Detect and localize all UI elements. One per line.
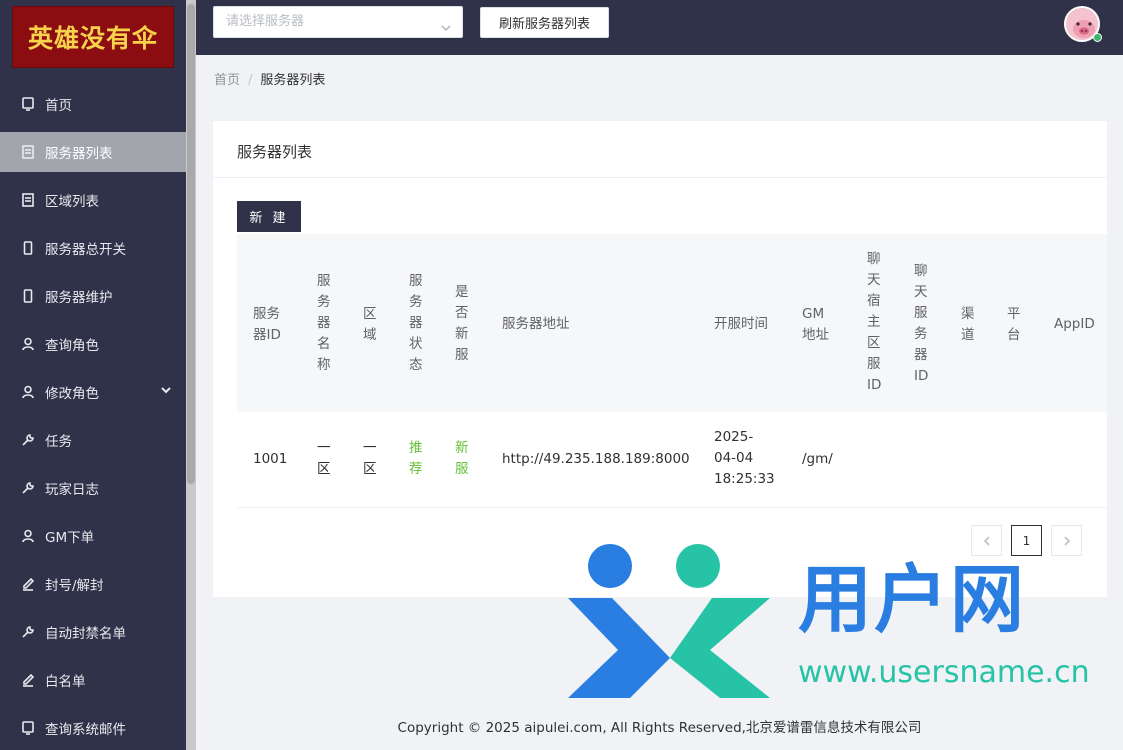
top-header: 请选择服务器 刷新服务器列表 — [196, 0, 1123, 55]
sidebar-item-home[interactable]: 首页 — [0, 84, 186, 124]
cell-open-time: 2025-04-04 18:25:33 — [714, 429, 775, 487]
sidebar-item-ban-unban[interactable]: 封号/解封 — [0, 564, 186, 604]
pagination-prev-button[interactable] — [971, 525, 1002, 556]
sidebar-item-label: 首页 — [45, 98, 72, 114]
scrollbar-thumb[interactable] — [187, 4, 195, 484]
wrench-icon — [20, 624, 36, 640]
pagination-page-button[interactable]: 1 — [1011, 525, 1042, 556]
phone-icon — [20, 240, 36, 256]
cell-server-id: 1001 — [253, 451, 288, 467]
chevron-down-icon[interactable] — [160, 384, 172, 400]
edit-icon — [20, 672, 36, 688]
column-header-is-new[interactable]: 是否新服 — [455, 282, 471, 366]
monitor-icon — [20, 96, 36, 112]
cell-region: 一区 — [363, 440, 377, 477]
user-icon — [20, 336, 36, 352]
sidebar: 英雄没有伞 首页 服务器列表 区域列表 服务器总开关 服务器维护 查询角色 修改… — [0, 0, 196, 750]
sidebar-item-task[interactable]: 任务 — [0, 420, 186, 460]
cell-server-name: 一区 — [317, 440, 331, 477]
sidebar-item-label: 玩家日志 — [45, 482, 99, 498]
table-row[interactable]: 1001 一区 一区 推荐 新服 http://49.235.188.189:8… — [237, 412, 1107, 508]
sidebar-item-label: 查询角色 — [45, 338, 99, 354]
sidebar-item-label: 自动封禁名单 — [45, 626, 126, 642]
cell-server-status: 推荐 — [409, 440, 423, 477]
footer-copyright: Copyright © 2025 aipulei.com, All Rights… — [397, 720, 922, 736]
divider — [213, 177, 1107, 178]
column-header-server-address[interactable]: 服务器地址 — [502, 314, 570, 335]
list-icon — [20, 144, 36, 160]
column-header-chat-host-id[interactable]: 聊天宿主区服ID — [867, 249, 883, 396]
card-title: 服务器列表 — [237, 143, 313, 161]
monitor-icon — [20, 720, 36, 736]
logo-text: 英雄没有伞 — [27, 24, 158, 53]
refresh-server-list-button[interactable]: 刷新服务器列表 — [480, 7, 609, 38]
column-header-chat-server-id[interactable]: 聊天服务器ID — [914, 261, 930, 387]
user-icon — [20, 528, 36, 544]
breadcrumb: 首页 / 服务器列表 — [214, 69, 325, 88]
column-header-open-time[interactable]: 开服时间 — [714, 314, 768, 335]
sidebar-item-label: GM下单 — [45, 530, 95, 546]
chevron-left-icon — [983, 535, 990, 546]
server-select-placeholder: 请选择服务器 — [226, 14, 305, 29]
sidebar-item-label: 修改角色 — [45, 386, 99, 402]
sidebar-item-gm-order[interactable]: GM下单 — [0, 516, 186, 556]
watermark-url: www.usersname.cn — [798, 655, 1090, 690]
column-header-server-name[interactable]: 服务器名称 — [317, 271, 333, 376]
pagination-next-button[interactable] — [1051, 525, 1082, 556]
sidebar-scrollbar[interactable] — [186, 0, 196, 750]
cell-gm-address: /gm/ — [802, 451, 833, 467]
breadcrumb-current: 服务器列表 — [260, 73, 326, 88]
sidebar-item-region-list[interactable]: 区域列表 — [0, 180, 186, 220]
sidebar-item-system-mail[interactable]: 查询系统邮件 — [0, 708, 186, 748]
sidebar-item-modify-role[interactable]: 修改角色 — [0, 372, 186, 412]
app-logo[interactable]: 英雄没有伞 — [12, 6, 174, 68]
column-header-platform[interactable]: 平台 — [1007, 304, 1023, 346]
sidebar-item-label: 任务 — [45, 434, 72, 450]
wrench-icon — [20, 480, 36, 496]
edit-icon — [20, 576, 36, 592]
online-status-dot — [1093, 33, 1102, 42]
breadcrumb-home[interactable]: 首页 — [214, 73, 240, 88]
new-button[interactable]: 新 建 — [237, 201, 301, 232]
chevron-right-icon — [1063, 535, 1070, 546]
sidebar-item-label: 服务器总开关 — [45, 242, 126, 258]
sidebar-item-label: 服务器维护 — [45, 290, 113, 306]
sidebar-item-label: 白名单 — [45, 674, 86, 690]
server-select[interactable]: 请选择服务器 — [213, 6, 463, 38]
sidebar-item-server-maintenance[interactable]: 服务器维护 — [0, 276, 186, 316]
server-table: 服务器ID 服务器名称 区域 服务器状态 是否新服 服务器地址 开服时间 GM地… — [237, 234, 1107, 508]
sidebar-item-label: 封号/解封 — [45, 578, 104, 594]
column-header-region[interactable]: 区域 — [363, 304, 379, 346]
sidebar-item-label: 查询系统邮件 — [45, 722, 126, 738]
wrench-icon — [20, 432, 36, 448]
list-icon — [20, 192, 36, 208]
sidebar-item-label: 区域列表 — [45, 194, 99, 210]
breadcrumb-separator: / — [248, 73, 253, 88]
cell-is-new: 新服 — [455, 440, 469, 477]
sidebar-nav: 首页 服务器列表 区域列表 服务器总开关 服务器维护 查询角色 修改角色 任务 … — [0, 84, 186, 750]
sidebar-item-query-role[interactable]: 查询角色 — [0, 324, 186, 364]
sidebar-item-whitelist[interactable]: 白名单 — [0, 660, 186, 700]
column-header-channel[interactable]: 渠道 — [961, 304, 977, 346]
column-header-server-status[interactable]: 服务器状态 — [409, 271, 425, 376]
column-header-gm-address[interactable]: GM地址 — [802, 304, 836, 346]
sidebar-item-server-list[interactable]: 服务器列表 — [0, 132, 186, 172]
column-header-server-id[interactable]: 服务器ID — [253, 304, 287, 346]
phone-icon — [20, 288, 36, 304]
table-header: 服务器ID 服务器名称 区域 服务器状态 是否新服 服务器地址 开服时间 GM地… — [237, 234, 1107, 412]
column-header-appid[interactable]: AppID — [1054, 314, 1095, 335]
chevron-down-icon — [440, 16, 452, 32]
sidebar-item-auto-ban-list[interactable]: 自动封禁名单 — [0, 612, 186, 652]
user-icon — [20, 384, 36, 400]
server-list-card: 服务器列表 新 建 服务器ID 服务器名称 区域 服务器状态 是否新服 服务器地… — [213, 121, 1107, 597]
sidebar-item-server-switch[interactable]: 服务器总开关 — [0, 228, 186, 268]
sidebar-item-label: 服务器列表 — [45, 146, 113, 162]
sidebar-item-player-log[interactable]: 玩家日志 — [0, 468, 186, 508]
cell-server-address: http://49.235.188.189:8000 — [502, 451, 690, 467]
